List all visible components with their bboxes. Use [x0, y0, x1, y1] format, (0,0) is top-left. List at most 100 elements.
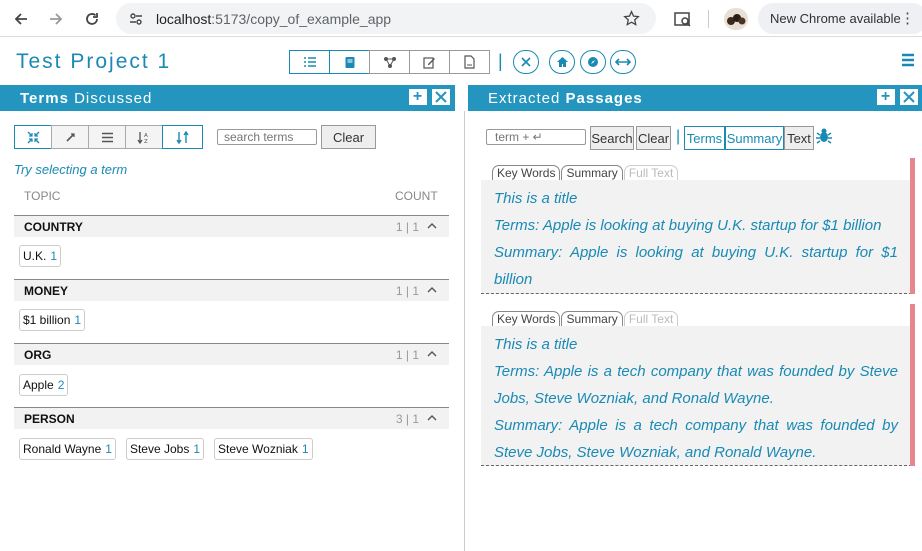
collapse-all-button[interactable]: [14, 125, 52, 149]
tab-search-icon[interactable]: [670, 6, 696, 32]
chevron-up-icon[interactable]: [427, 219, 437, 233]
term-label: $1 billion: [23, 313, 71, 327]
new-chrome-label: New Chrome available: [770, 11, 901, 26]
passage-summary-line-1: Summary: Apple is looking at buying U.K.…: [494, 244, 898, 261]
passage-search-button[interactable]: Search: [590, 126, 634, 150]
plus-icon: +: [412, 88, 424, 105]
passage-summary-line-2: Steve Jobs, Steve Wozniak, and Ronald Wa…: [494, 444, 817, 461]
term-label: Steve Jobs: [129, 442, 190, 456]
book-view-button[interactable]: [329, 50, 370, 74]
star-icon[interactable]: [623, 10, 640, 27]
passage-title: This is a title: [494, 190, 578, 207]
forward-arrow-icon[interactable]: [43, 6, 69, 32]
term-search-input[interactable]: [486, 129, 586, 145]
term-count: 1: [50, 249, 58, 263]
bug-icon[interactable]: [815, 127, 833, 148]
terms-panel-title-rest: Discussed: [74, 89, 153, 107]
passage-summary-line-2: billion: [494, 271, 533, 288]
reload-icon[interactable]: [79, 6, 105, 32]
compass-icon: [588, 57, 598, 67]
address-bar[interactable]: localhost:5173/copy_of_example_app: [116, 3, 656, 34]
term-count: 2: [57, 378, 65, 392]
list-toggle-button[interactable]: [88, 125, 126, 149]
search-terms-input[interactable]: [217, 129, 317, 145]
pdf-view-button[interactable]: [449, 50, 490, 74]
topic-row-country[interactable]: COUNTRY 1 | 1: [14, 215, 449, 237]
tab-summary[interactable]: Summary: [561, 165, 623, 180]
network-icon: [383, 57, 396, 68]
new-chrome-available-button[interactable]: New Chrome available ⋮: [758, 3, 922, 34]
sort-count-button[interactable]: [162, 125, 203, 149]
back-arrow-icon[interactable]: [8, 6, 34, 32]
topic-row-person[interactable]: PERSON 3 | 1: [14, 407, 449, 429]
term-count: 1: [301, 442, 309, 456]
chevron-up-icon[interactable]: [427, 347, 437, 361]
home-circle-button[interactable]: [549, 50, 575, 74]
terms-clear-button[interactable]: Clear: [321, 125, 376, 149]
passage-terms-line-2: Jobs, Steve Wozniak, and Ronald Wayne.: [494, 390, 774, 407]
edit-icon: [423, 56, 435, 69]
terms-panel-header: Terms Discussed +: [0, 85, 455, 111]
sort-alpha-icon: AZ: [137, 131, 148, 144]
sort-alpha-button[interactable]: AZ: [125, 125, 163, 149]
passage-summary-line-1: Summary: Apple is a tech company that wa…: [494, 417, 898, 434]
list-view-button[interactable]: [289, 50, 330, 74]
passage-highlight-bar: [910, 304, 915, 466]
browser-toolbar: localhost:5173/copy_of_example_app New C…: [0, 0, 922, 37]
topic-row-org[interactable]: ORG 1 | 1: [14, 343, 449, 365]
view-tab-summary[interactable]: Summary: [725, 126, 784, 150]
term-chip-row: U.K. 1: [19, 245, 62, 267]
topic-row-money[interactable]: MONEY 1 | 1: [14, 279, 449, 301]
more-icon[interactable]: ⋮: [900, 9, 915, 27]
term-chip-row: Apple 2: [19, 374, 69, 396]
topic-count: 1 | 1: [395, 220, 419, 234]
term-count: 1: [193, 442, 201, 456]
term-chip[interactable]: Apple 2: [19, 374, 69, 396]
chevron-up-icon[interactable]: [427, 283, 437, 297]
list-icon: [303, 57, 316, 67]
chevron-up-icon[interactable]: [427, 411, 437, 425]
passages-panel-close-button[interactable]: [899, 88, 919, 106]
collapse-arrows-icon: [27, 131, 39, 143]
profile-icon[interactable]: [724, 8, 748, 30]
tab-key-words[interactable]: Key Words: [492, 311, 561, 326]
app-header: Test Project 1 |: [0, 38, 922, 84]
tab-summary[interactable]: Summary: [561, 311, 623, 326]
hamburger-menu-icon[interactable]: [901, 53, 915, 70]
terms-panel-close-button[interactable]: [431, 88, 451, 106]
panel-divider[interactable]: [464, 111, 465, 551]
term-chip[interactable]: Steve Wozniak 1: [214, 438, 313, 460]
close-circle-button[interactable]: [513, 50, 539, 74]
passage-highlight-bar: [910, 158, 915, 294]
term-label: Steve Wozniak: [218, 442, 298, 456]
edit-view-button[interactable]: [409, 50, 450, 74]
compass-circle-button[interactable]: [580, 50, 606, 74]
view-tab-terms[interactable]: Terms: [684, 126, 725, 150]
term-chip[interactable]: U.K. 1: [19, 245, 62, 267]
passages-panel-add-button[interactable]: +: [876, 88, 896, 106]
passage-clear-button[interactable]: Clear: [636, 126, 671, 150]
home-icon: [556, 57, 568, 67]
view-tab-text[interactable]: Text: [784, 126, 814, 150]
book-icon: [345, 56, 354, 68]
expand-horizontal-button[interactable]: [610, 50, 636, 74]
topic-name: MONEY: [24, 284, 69, 298]
tab-full-text[interactable]: Full Text: [623, 311, 679, 326]
expand-all-button[interactable]: [51, 125, 89, 149]
tab-key-words[interactable]: Key Words: [492, 165, 561, 180]
network-view-button[interactable]: [369, 50, 410, 74]
term-chip[interactable]: $1 billion 1: [19, 309, 86, 331]
terms-toolbar: AZ: [14, 125, 203, 149]
topic-count: 1 | 1: [395, 284, 419, 298]
passage-terms-line-1: Terms: Apple is a tech company that was …: [494, 363, 898, 380]
site-info-icon[interactable]: [129, 12, 143, 26]
sort-count-icon: [175, 130, 189, 144]
term-label: Apple: [23, 378, 54, 392]
term-chip[interactable]: Steve Jobs 1: [125, 438, 205, 460]
term-label: Ronald Wayne: [23, 442, 102, 456]
tab-full-text[interactable]: Full Text: [623, 165, 679, 180]
close-icon: [521, 57, 531, 67]
term-chip[interactable]: Ronald Wayne 1: [19, 438, 116, 460]
selection-hint: Try selecting a term: [14, 162, 128, 177]
terms-panel-add-button[interactable]: +: [408, 88, 428, 106]
